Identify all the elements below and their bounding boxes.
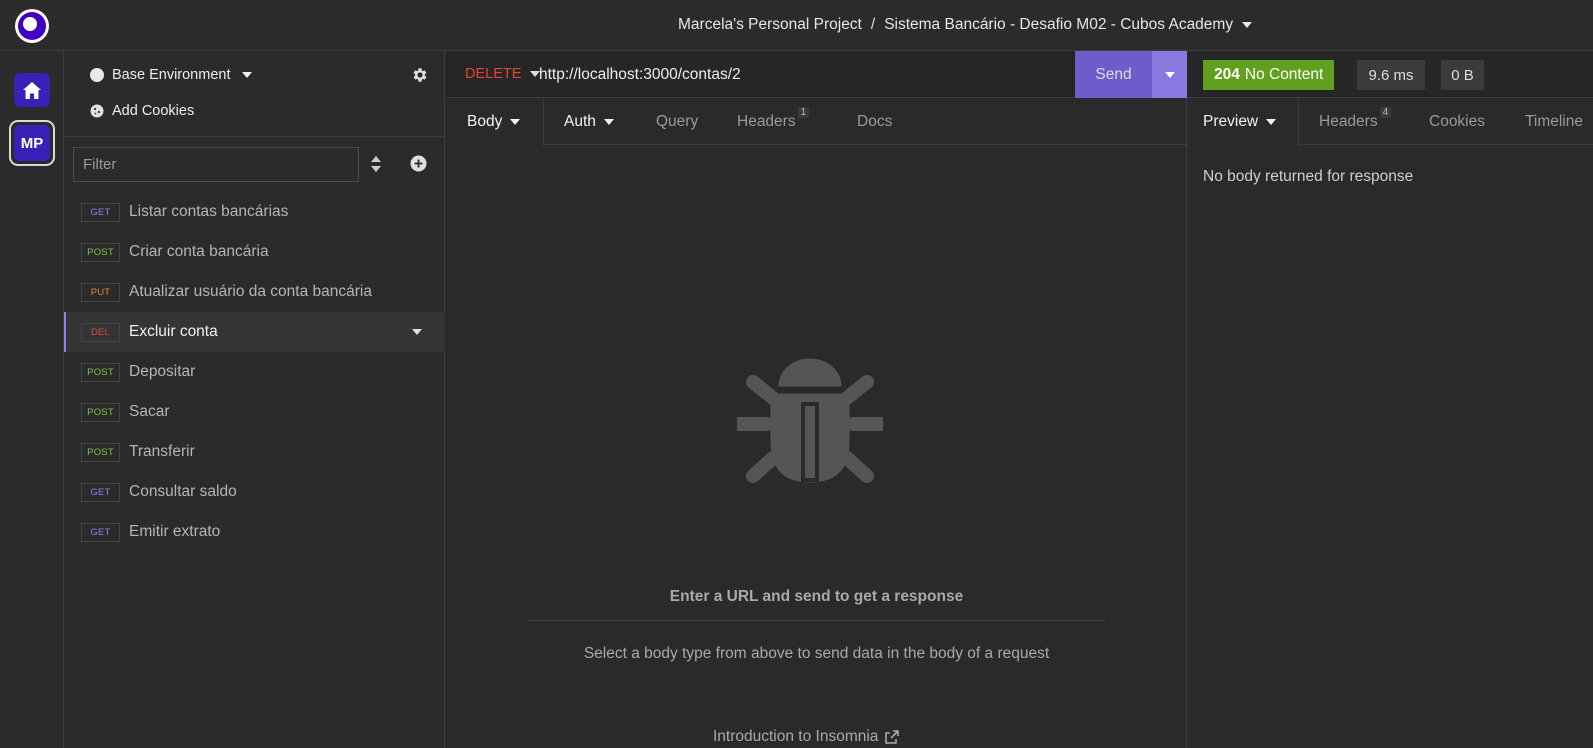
send-button[interactable]: Send [1075,51,1152,98]
divider [528,620,1106,621]
plus-circle-icon[interactable] [410,155,427,172]
url-bar: DELETE http://localhost:3000/contas/2 Se… [446,51,1187,98]
request-item[interactable]: POST Sacar [64,392,445,432]
home-button[interactable] [14,73,50,107]
chevron-down-icon[interactable] [1242,22,1253,28]
response-status-bar: 204 No Content 9.6 ms 0 B [1187,51,1593,98]
intro-link-label: Introduction to Insomnia [713,728,879,745]
request-name: Sacar [129,403,170,420]
home-icon [23,81,41,99]
request-name: Emitir extrato [129,523,221,540]
intro-link[interactable]: Introduction to Insomnia [713,728,900,746]
bug-icon [737,358,883,483]
http-method-label: DELETE [465,66,522,82]
method-badge: POST [81,362,120,382]
headers-count-badge: 1 [797,107,810,118]
tab-body-label: Body [467,113,503,130]
request-list: GET Listar contas bancárias POST Criar c… [64,192,445,552]
left-rail: MP [0,51,64,748]
sort-icon[interactable] [369,154,383,174]
chevron-down-icon [242,72,253,78]
tab-preview-label: Preview [1203,113,1259,130]
tab-preview[interactable]: Preview [1187,98,1299,146]
workspace-initials: MP [14,125,50,161]
breadcrumb-separator: / [870,16,876,33]
chevron-down-icon [1266,119,1277,125]
breadcrumb-project[interactable]: Marcela's Personal Project [678,16,862,34]
empty-state: Enter a URL and send to get a response S… [446,145,1187,748]
environment-dot-icon [90,68,104,82]
response-time: 9.6 ms [1357,60,1425,90]
method-badge: GET [81,482,120,502]
status-code: 204 [1214,66,1240,83]
request-name: Depositar [129,363,196,380]
tab-headers-label: Headers [737,112,796,130]
sidebar: Base Environment Add Cookies GET Listar … [64,51,445,748]
tab-response-headers-label: Headers [1319,112,1378,130]
chevron-down-icon [1164,71,1175,78]
request-item[interactable]: POST Transferir [64,432,445,472]
method-badge: GET [81,522,120,542]
response-body-message: No body returned for response [1203,168,1414,185]
method-badge: GET [81,202,120,222]
request-item[interactable]: GET Listar contas bancárias [64,192,445,232]
cookie-icon [90,104,104,118]
tab-response-headers[interactable]: Headers 4 [1319,98,1392,145]
tab-docs[interactable]: Docs [857,98,892,145]
request-item[interactable]: GET Consultar saldo [64,472,445,512]
request-item[interactable]: PUT Atualizar usuário da conta bancária [64,272,445,312]
request-name: Atualizar usuário da conta bancária [129,283,372,300]
send-options-button[interactable] [1152,51,1187,98]
insomnia-logo-icon[interactable] [15,9,49,43]
tab-headers[interactable]: Headers 1 [737,98,810,145]
request-item[interactable]: GET Emitir extrato [64,512,445,552]
request-name: Transferir [129,443,195,460]
request-name: Consultar saldo [129,483,237,500]
request-pane: DELETE http://localhost:3000/contas/2 Se… [446,51,1187,748]
top-bar: Marcela's Personal Project / Sistema Ban… [0,0,1593,51]
environment-selector[interactable]: Base Environment [90,67,253,83]
chevron-down-icon [510,119,521,125]
request-tabs: Body Auth Query Headers 1 Docs [446,98,1187,146]
environment-label: Base Environment [112,67,231,83]
method-badge: DEL [81,322,120,342]
tab-body[interactable]: Body [446,98,544,146]
status-text: No Content [1244,66,1324,83]
filter-input[interactable] [73,147,359,182]
add-cookies-label: Add Cookies [112,103,195,119]
method-badge: POST [81,442,120,462]
method-badge: POST [81,242,120,262]
url-input[interactable]: http://localhost:3000/contas/2 [539,66,741,84]
chevron-down-icon[interactable] [412,329,422,335]
headers-count-badge: 4 [1379,107,1392,118]
empty-state-title: Enter a URL and send to get a response [669,588,964,605]
tab-query[interactable]: Query [656,98,698,145]
workspace-avatar-button[interactable]: MP [9,120,55,166]
method-badge: PUT [81,282,120,302]
tab-auth[interactable]: Auth [564,98,614,145]
request-name: Criar conta bancária [129,243,269,260]
request-item-active[interactable]: DEL Excluir conta [64,312,445,352]
method-badge: POST [81,402,120,422]
sidebar-divider [64,136,445,137]
status-badge: 204 No Content [1203,60,1335,90]
tab-auth-label: Auth [564,112,596,130]
response-pane: 204 No Content 9.6 ms 0 B Preview Header… [1187,51,1593,748]
request-item[interactable]: POST Criar conta bancária [64,232,445,272]
response-tabs: Preview Headers 4 Cookies Timeline [1187,98,1593,146]
add-cookies-button[interactable]: Add Cookies [90,103,194,119]
empty-state-subtitle: Select a body type from above to send da… [583,645,1050,662]
external-link-icon [885,730,900,744]
request-item[interactable]: POST Depositar [64,352,445,392]
breadcrumb-collection[interactable]: Sistema Bancário - Desafio M02 - Cubos A… [884,16,1233,34]
gear-icon[interactable] [411,66,429,84]
http-method-dropdown[interactable]: DELETE [465,66,541,82]
tab-timeline[interactable]: Timeline [1525,98,1583,145]
chevron-down-icon [603,118,614,125]
tab-cookies[interactable]: Cookies [1429,98,1485,145]
request-name: Listar contas bancárias [129,203,289,220]
breadcrumb: Marcela's Personal Project / Sistema Ban… [678,16,1253,34]
response-size: 0 B [1441,60,1484,90]
request-name: Excluir conta [129,323,218,340]
